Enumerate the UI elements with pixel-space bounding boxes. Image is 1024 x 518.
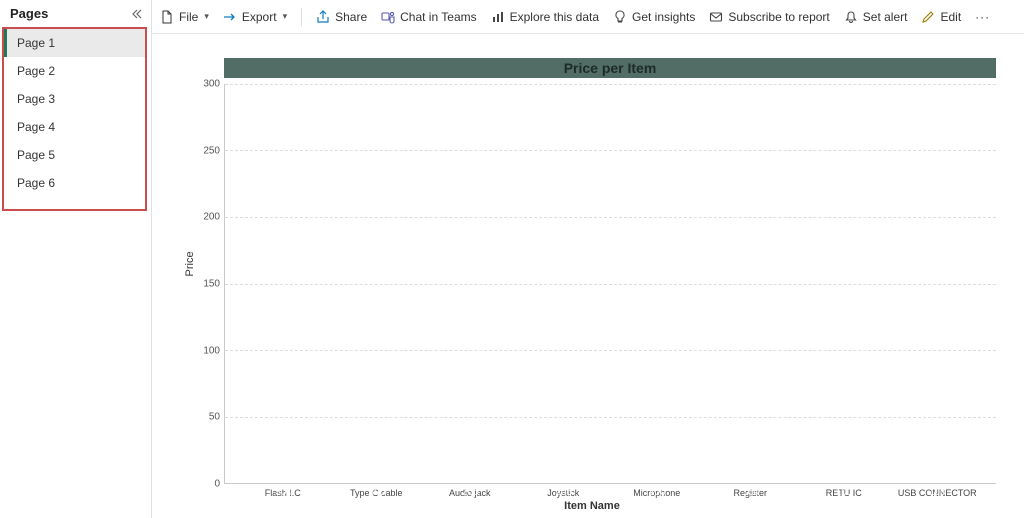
edit-button[interactable]: Edit: [921, 10, 961, 24]
set-alert-button[interactable]: Set alert: [844, 10, 908, 24]
export-label: Export: [242, 10, 277, 24]
bar-value-label: 100: [742, 487, 759, 498]
gridline: [225, 217, 996, 218]
report-canvas: Price per Item Price 050100150200250300 …: [152, 34, 1024, 518]
chat-teams-button[interactable]: Chat in Teams: [381, 10, 476, 24]
page-item-3[interactable]: Page 3: [4, 85, 145, 113]
bar-value-label: 200: [555, 487, 572, 498]
x-axis-label: Item Name: [188, 500, 996, 512]
page-item-1[interactable]: Page 1: [4, 29, 145, 57]
sidebar-title: Pages: [10, 6, 48, 21]
toolbar-separator: [301, 8, 302, 26]
bar-value-label: 200: [649, 487, 666, 498]
y-tick: 250: [203, 145, 220, 156]
subscribe-label: Subscribe to report: [728, 10, 829, 24]
share-button[interactable]: Share: [316, 10, 367, 24]
get-insights-button[interactable]: Get insights: [613, 10, 695, 24]
chart-title: Price per Item: [224, 58, 996, 78]
file-icon: [160, 10, 174, 24]
chart-plot: Price 050100150200250300 300300200200200…: [188, 84, 996, 484]
y-tick: 200: [203, 212, 220, 223]
page-item-4[interactable]: Page 4: [4, 113, 145, 141]
page-list: Page 1Page 2Page 3Page 4Page 5Page 6: [0, 29, 151, 211]
x-axis-ticks: Flash I.CType C cableAudio jackJoystickM…: [224, 484, 996, 498]
gridline: [225, 150, 996, 151]
file-label: File: [179, 10, 198, 24]
share-label: Share: [335, 10, 367, 24]
bar-value-label: 300: [369, 487, 386, 498]
insights-label: Get insights: [632, 10, 695, 24]
subscribe-button[interactable]: Subscribe to report: [709, 10, 829, 24]
page-item-2[interactable]: Page 2: [4, 57, 145, 85]
bar-value-label: 100: [929, 487, 946, 498]
bar-value-label: 200: [462, 487, 479, 498]
y-tick: 100: [203, 345, 220, 356]
page-item-6[interactable]: Page 6: [4, 169, 145, 197]
file-menu[interactable]: File ▾: [160, 10, 209, 24]
toolbar: File ▾ Export ▾ Share Chat in Teams Expl…: [152, 0, 1024, 34]
share-icon: [316, 10, 330, 24]
chat-label: Chat in Teams: [400, 10, 476, 24]
gridline: [225, 84, 996, 85]
chevron-down-icon: ▾: [283, 11, 288, 22]
chevron-left-icon[interactable]: [129, 7, 143, 21]
explore-label: Explore this data: [510, 10, 599, 24]
y-tick: 150: [203, 279, 220, 290]
export-icon: [223, 10, 237, 24]
gridline: [225, 284, 996, 285]
y-tick: 0: [214, 479, 220, 490]
explore-icon: [491, 10, 505, 24]
lightbulb-icon: [613, 10, 627, 24]
bell-icon: [844, 10, 858, 24]
pages-highlight-box: Page 1Page 2Page 3Page 4Page 5Page 6: [2, 27, 147, 211]
mail-icon: [709, 10, 723, 24]
y-tick: 50: [209, 412, 220, 423]
export-menu[interactable]: Export ▾: [223, 10, 287, 24]
gridline: [225, 417, 996, 418]
y-tick: 300: [203, 79, 220, 90]
alert-label: Set alert: [863, 10, 908, 24]
bar-value-label: 300: [275, 487, 292, 498]
pencil-icon: [921, 10, 935, 24]
bar-value-label: 100: [836, 487, 853, 498]
explore-data-button[interactable]: Explore this data: [491, 10, 599, 24]
gridline: [225, 350, 996, 351]
y-axis: 050100150200250300: [188, 84, 224, 484]
edit-label: Edit: [940, 10, 961, 24]
pages-sidebar: Pages Page 1Page 2Page 3Page 4Page 5Page…: [0, 0, 152, 518]
chart-grid: 300300200200200100100100: [224, 84, 996, 484]
teams-icon: [381, 10, 395, 24]
page-item-5[interactable]: Page 5: [4, 141, 145, 169]
chevron-down-icon: ▾: [204, 11, 209, 22]
more-menu[interactable]: ···: [975, 12, 990, 22]
